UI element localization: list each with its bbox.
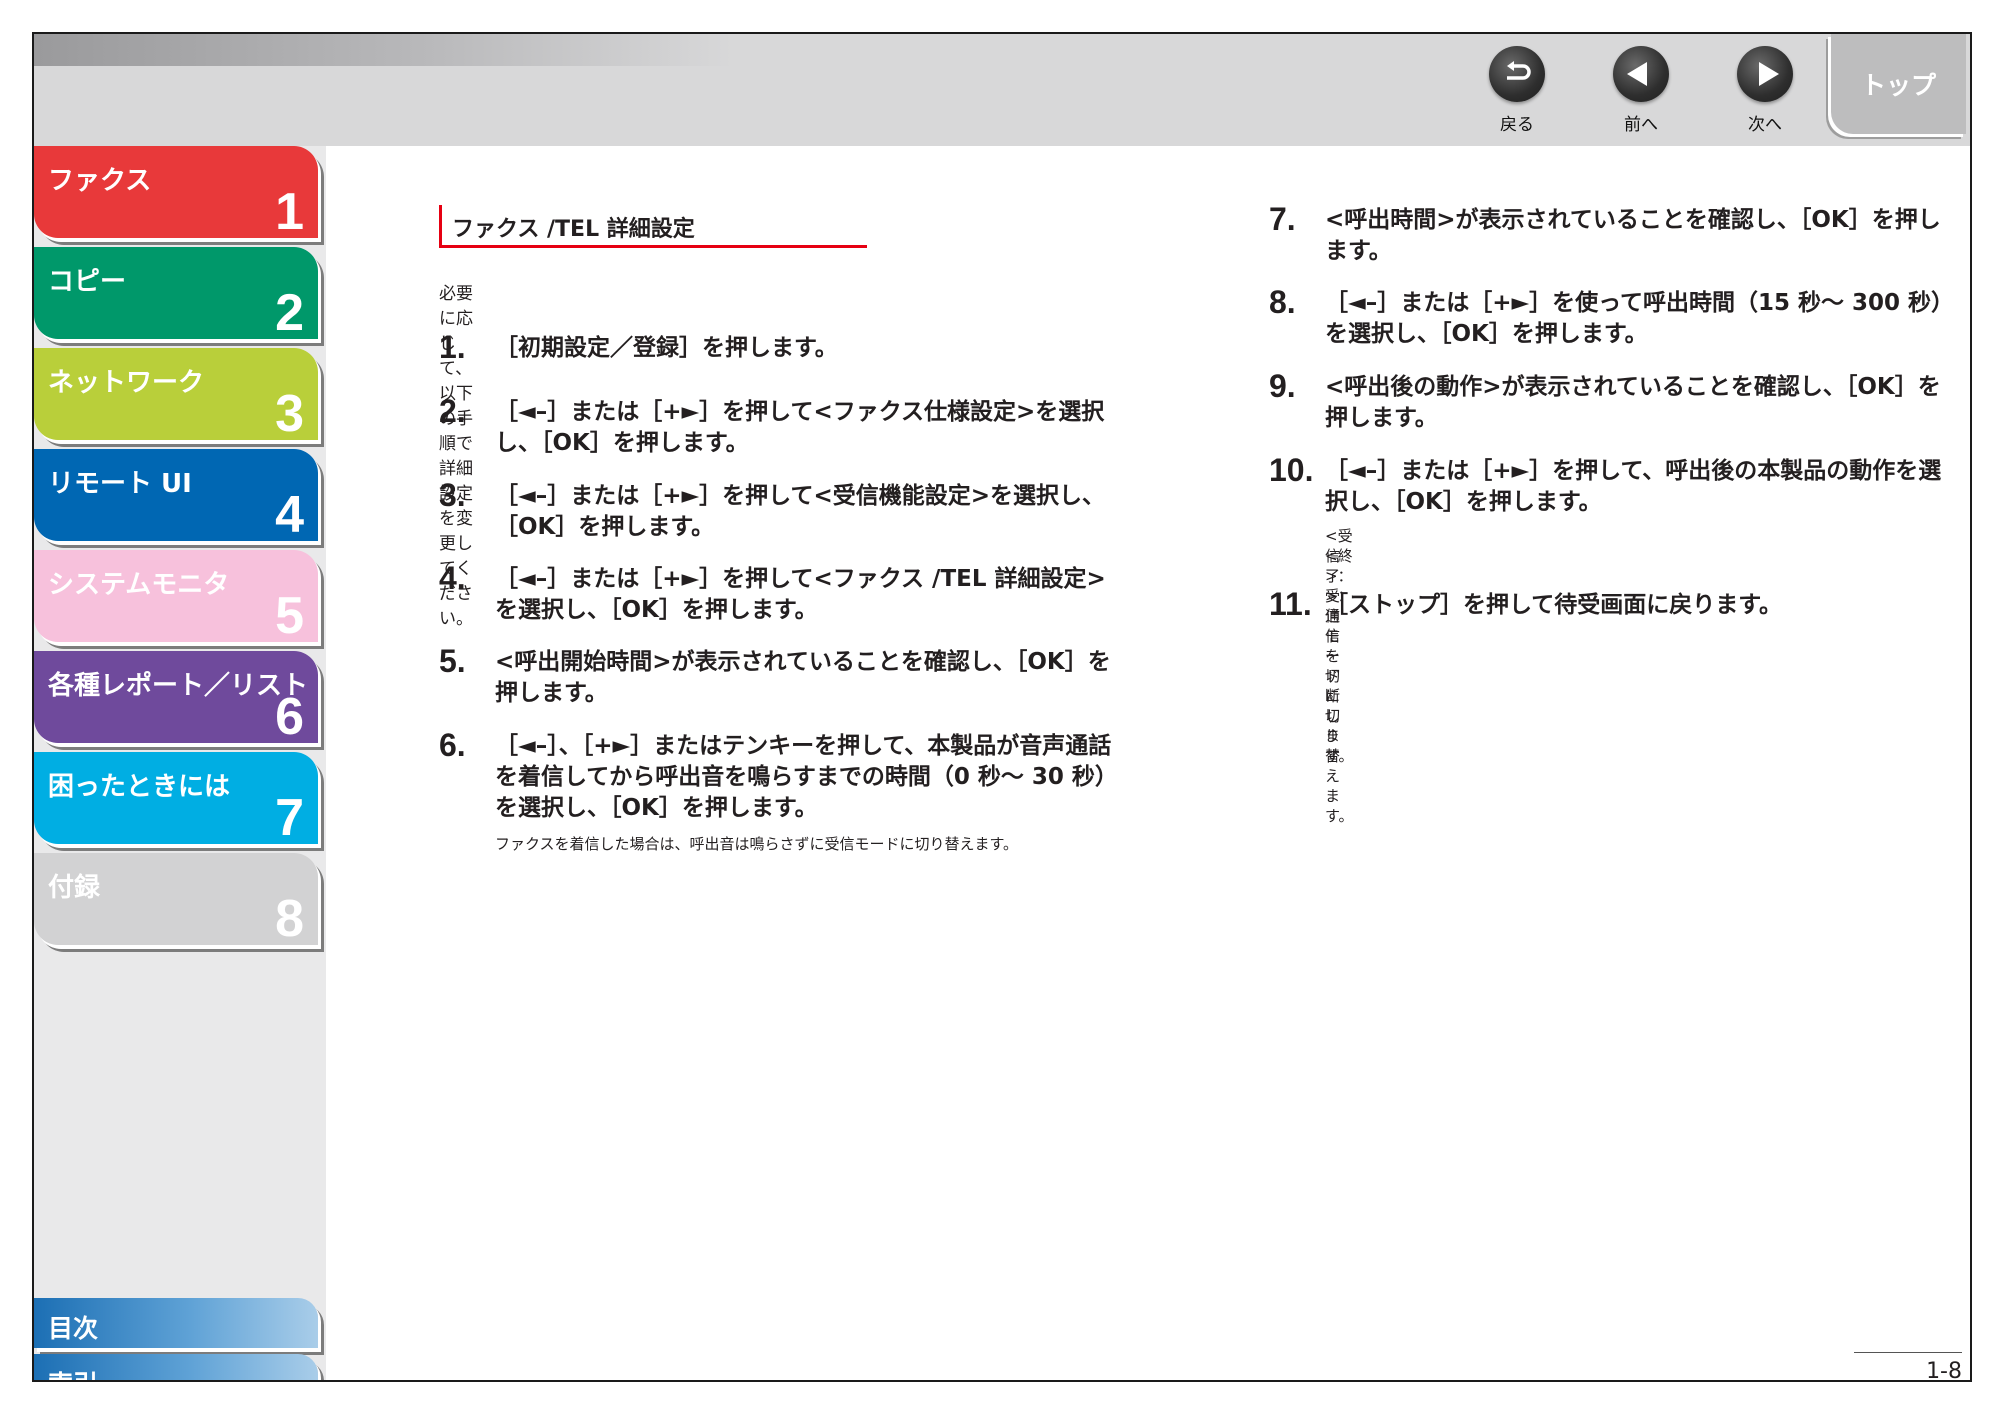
step-text: <呼出開始時間>が表示されていることを確認し、［OK］を押します。 [495, 649, 1111, 706]
chapter-number: 5 [275, 587, 304, 645]
chapter-tab-system-monitor[interactable]: システムモニタ 5 [34, 550, 318, 645]
chapter-tab-appendix[interactable]: 付録 8 [34, 853, 318, 948]
chapter-title: 付録 [48, 873, 101, 903]
next-button[interactable]: 次へ [1725, 46, 1805, 135]
chapter-title: ファクス [48, 166, 152, 196]
chapter-number: 7 [275, 789, 304, 847]
chapter-title: コピー [48, 267, 127, 297]
step-number: 4. [439, 560, 466, 596]
step-number: 3. [439, 477, 466, 513]
index-button[interactable]: 索引 [34, 1354, 318, 1380]
step-number: 9. [1269, 368, 1296, 404]
toc-button[interactable]: 目次 [34, 1298, 318, 1348]
chapter-title: 各種レポート／リスト [48, 671, 309, 701]
chapter-number: 8 [275, 890, 304, 948]
chapter-tab-fax[interactable]: ファクス 1 [34, 146, 318, 241]
step-number: 8. [1269, 284, 1296, 320]
step-number: 7. [1269, 201, 1296, 237]
prev-label: 前へ [1624, 115, 1658, 135]
sidebar: ファクス 1 コピー 2 ネットワーク 3 リモート UI 4 システムモニタ … [34, 146, 326, 1380]
chapter-tab-network[interactable]: ネットワーク 3 [34, 348, 318, 443]
step-6-note: ファクスを着信した場合は、呼出音は鳴らさずに受信モードに切り替えます。 [495, 835, 1019, 853]
step-text: <呼出時間>が表示されていることを確認し、［OK］を押します。 [1325, 207, 1941, 264]
back-button[interactable]: 戻る [1477, 46, 1557, 135]
step-text: ［◄–］、［+►］またはテンキーを押して、本製品が音声通話を着信してから呼出音を… [495, 733, 1112, 821]
chapter-number: 4 [275, 486, 304, 544]
section-title: ファクス /TEL 詳細設定 [452, 217, 695, 242]
chapter-title: ネットワーク [48, 368, 205, 398]
page-number: 1-8 [1854, 1352, 1962, 1380]
chapter-tab-reports[interactable]: 各種レポート／リスト 6 [34, 651, 318, 746]
step-text: ［◄–］または［+►］を使って呼出時間（15 秒～ 300 秒）を選択し、［OK… [1325, 290, 1943, 347]
chapter-number: 3 [275, 385, 304, 443]
step-text: <呼出後の動作>が表示されていることを確認し、［OK］を押します。 [1325, 374, 1941, 431]
next-label: 次へ [1748, 115, 1782, 135]
chapter-title: リモート UI [48, 469, 192, 499]
step-number: 5. [439, 643, 466, 679]
chapter-title: 困ったときには [48, 772, 231, 802]
step-number: 10. [1269, 452, 1314, 488]
next-icon [1737, 46, 1793, 102]
prev-button[interactable]: 前へ [1601, 46, 1681, 135]
step-number: 11. [1269, 586, 1312, 622]
step-text: ［初期設定／登録］を押します。 [495, 335, 838, 361]
page-frame: 戻る 前へ 次へ トップ ファクス 1 コピー 2 ネットワーク 3 リモート … [32, 32, 1972, 1382]
step-text: ［◄–］または［+►］を押して<ファクス /TEL 詳細設定>を選択し、［OK］… [495, 566, 1106, 623]
top-page-button[interactable]: トップ [1831, 34, 1966, 134]
toc-label: 目次 [48, 1314, 99, 1343]
chapter-number: 1 [275, 183, 304, 241]
step-10-note-2: <終了>：通信を切断します。 [1325, 547, 1354, 765]
step-text: ［◄–］または［+►］を押して、呼出後の本製品の動作を選択し、［OK］を押します… [1325, 458, 1942, 515]
top-bar: 戻る 前へ 次へ トップ [34, 34, 1970, 146]
step-number: 1. [439, 329, 466, 365]
top-page-label: トップ [1860, 71, 1936, 100]
prev-icon [1613, 46, 1669, 102]
step-text: ［ストップ］を押して待受画面に戻ります。 [1325, 592, 1783, 618]
step-text: ［◄–］または［+►］を押して<ファクス仕様設定>を選択し、［OK］を押します。 [495, 399, 1105, 456]
chapter-number: 6 [275, 688, 304, 746]
chapter-tab-remote-ui[interactable]: リモート UI 4 [34, 449, 318, 544]
back-icon [1489, 46, 1545, 102]
step-text: ［◄–］または［+►］を押して<受信機能設定>を選択し、［OK］を押します。 [495, 483, 1106, 540]
step-number: 6. [439, 727, 466, 763]
back-label: 戻る [1500, 115, 1534, 135]
chapter-title: システムモニタ [48, 570, 230, 600]
index-label: 索引 [48, 1365, 98, 1380]
section-heading: ファクス /TEL 詳細設定 [439, 205, 867, 248]
step-number: 2. [439, 393, 466, 429]
chapter-number: 2 [275, 284, 304, 342]
top-bar-gradient [34, 34, 734, 66]
chapter-tab-copy[interactable]: コピー 2 [34, 247, 318, 342]
chapter-tab-troubleshooting[interactable]: 困ったときには 7 [34, 752, 318, 847]
